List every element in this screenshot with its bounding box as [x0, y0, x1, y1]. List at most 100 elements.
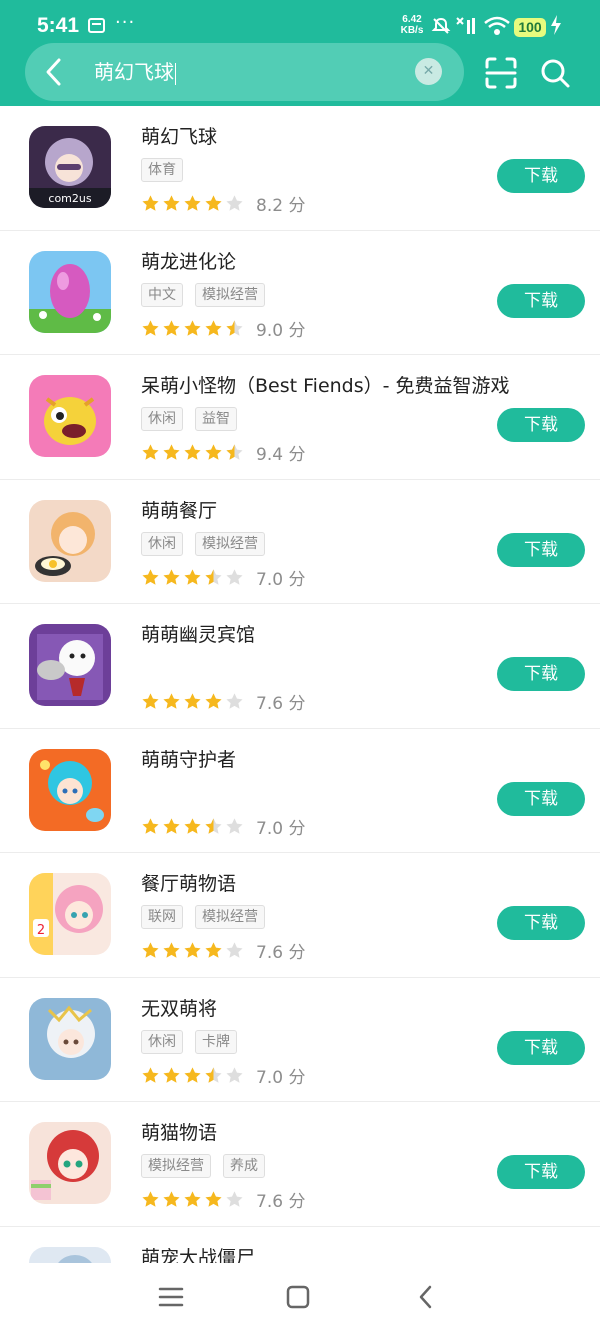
app-score: 7.6 分 [256, 1192, 306, 1212]
star-full-icon [184, 319, 201, 336]
app-name[interactable]: 萌龙进化论 [141, 247, 236, 274]
app-tags: 模拟经营 养成 [141, 1154, 265, 1178]
battery-level: 100 [514, 18, 546, 37]
app-rating: 9.0 分 [141, 316, 305, 341]
app-tag: 模拟经营 [195, 905, 265, 929]
more-notifications-icon: ··· [115, 12, 136, 33]
star-full-icon [142, 444, 159, 460]
app-score: 7.6 分 [256, 694, 306, 714]
download-button[interactable]: 下载 [497, 906, 585, 940]
network-speed-unit: KB/s [400, 25, 424, 36]
star-full-icon [163, 568, 180, 585]
red-hair-girl-app-icon[interactable] [29, 1122, 111, 1204]
yellow-monster-app-icon[interactable] [29, 375, 111, 457]
rating-stars [141, 941, 244, 960]
svg-text:2: 2 [37, 923, 45, 938]
app-tag: 模拟经营 [195, 531, 265, 556]
app-name[interactable]: 萌幻飞球 [141, 122, 217, 149]
no-sim-icon [456, 17, 475, 34]
back-arrow-icon[interactable] [37, 54, 73, 90]
star-full-icon [163, 319, 180, 336]
app-tag: 中文 [141, 282, 183, 307]
app-result-row[interactable]: 萌萌餐厅 休闲 模拟经营 7.0 分 下载 [0, 480, 600, 604]
clear-search-icon[interactable]: ✕ [415, 58, 442, 85]
star-full-icon [184, 195, 201, 211]
download-button[interactable]: 下载 [497, 283, 585, 318]
rating-stars [141, 817, 244, 836]
app-result-row[interactable]: 呆萌小怪物（Best Fiends）- 免费益智游戏 休闲 益智 9.4 分 下载 [0, 355, 600, 480]
app-tags: 休闲 模拟经营 [141, 531, 265, 556]
star-full-icon [142, 319, 159, 336]
message-icon [88, 18, 105, 33]
app-score: 8.2 分 [256, 196, 306, 216]
back-icon[interactable] [412, 1283, 440, 1311]
download-button[interactable]: 下载 [497, 408, 585, 442]
app-tag: 休闲 [141, 407, 183, 431]
star-full-icon [205, 444, 222, 460]
app-result-row[interactable]: 萌萌守护者 7.0 分 下载 [0, 729, 600, 853]
star-half-icon [205, 1066, 222, 1083]
rating-stars [141, 443, 244, 462]
blue-hair-hero-app-icon[interactable] [29, 748, 111, 831]
app-name[interactable]: 无双萌将 [141, 994, 217, 1021]
app-name[interactable]: 萌猫物语 [141, 1118, 217, 1145]
app-tag: 卡牌 [195, 1029, 237, 1054]
app-score: 9.4 分 [256, 445, 306, 465]
download-button[interactable]: 下载 [497, 532, 585, 567]
menu-icon[interactable] [157, 1283, 185, 1311]
app-result-row[interactable]: 萌龙进化论 中文 模拟经营 9.0 分 下载 [0, 231, 600, 355]
star-full-icon [163, 1066, 180, 1083]
app-rating: 7.0 分 [141, 814, 305, 839]
star-half-icon [205, 568, 222, 585]
app-rating: 7.6 分 [141, 1187, 305, 1212]
wifi-icon [484, 16, 510, 35]
app-result-row[interactable]: 2 餐厅萌物语联网 模拟经营 7.6 分 下载 [0, 853, 600, 978]
pink-egg-app-icon[interactable] [29, 250, 111, 333]
app-rating: 7.6 分 [141, 689, 305, 714]
download-button[interactable]: 下载 [497, 657, 585, 691]
download-button[interactable]: 下载 [497, 1155, 585, 1189]
app-rating: 8.2 分 [141, 191, 305, 216]
rating-stars [141, 319, 244, 338]
app-tags: 联网 模拟经营 [141, 905, 265, 929]
star-full-icon [184, 693, 201, 709]
scan-icon[interactable] [484, 56, 518, 90]
pink-hair-girl-app-icon[interactable]: 2 [29, 873, 111, 955]
app-result-row[interactable]: 萌猫物语模拟经营 养成 7.6 分 下载 [0, 1102, 600, 1227]
purple-hair-character-app-icon[interactable]: com2us [29, 126, 111, 208]
app-score: 7.6 分 [256, 943, 306, 963]
app-result-row[interactable]: 萌萌幽灵宾馆 7.6 分 下载 [0, 604, 600, 729]
star-full-icon [205, 319, 222, 336]
app-score: 7.0 分 [256, 1067, 306, 1088]
app-result-row[interactable]: 无双萌将 休闲 卡牌 7.0 分 下载 [0, 978, 600, 1102]
app-name[interactable]: 餐厅萌物语 [141, 869, 236, 896]
app-name[interactable]: 呆萌小怪物（Best Fiends）- 免费益智游戏 [141, 371, 510, 398]
rating-stars [141, 1190, 244, 1209]
app-name[interactable]: 萌萌守护者 [141, 745, 236, 772]
app-score: 9.0 分 [256, 320, 306, 341]
home-icon[interactable] [284, 1283, 312, 1311]
app-result-row[interactable]: com2us 萌幻飞球体育 8.2 分 下载 [0, 106, 600, 231]
network-speed-value: 6.42 [402, 14, 422, 25]
app-name[interactable]: 萌萌幽灵宾馆 [141, 620, 255, 647]
search-icon[interactable] [538, 56, 572, 90]
app-tags: 体育 [141, 158, 183, 182]
app-score: 7.0 分 [256, 818, 306, 839]
download-button[interactable]: 下载 [497, 781, 585, 816]
download-button[interactable]: 下载 [497, 159, 585, 193]
search-input[interactable]: 萌幻飞球 [94, 59, 176, 85]
star-full-icon [184, 817, 201, 834]
app-name[interactable]: 萌萌餐厅 [141, 496, 217, 523]
white-hair-warrior-app-icon[interactable] [29, 997, 111, 1080]
rating-stars [141, 692, 244, 711]
search-bar[interactable]: 萌幻飞球 ✕ [25, 43, 464, 101]
ghost-waiter-app-icon[interactable] [29, 624, 111, 706]
star-full-icon [142, 942, 159, 958]
download-button[interactable]: 下载 [497, 1030, 585, 1065]
network-speed: 6.42 KB/s [396, 14, 428, 36]
star-full-icon [184, 1066, 201, 1083]
app-tag: 模拟经营 [141, 1154, 211, 1178]
chef-girl-app-icon[interactable] [29, 499, 111, 582]
star-full-icon [163, 195, 180, 211]
search-results-list: com2us 萌幻飞球 体育 8.2 分下载 萌龙进化论 中文 模拟经营 9.0 分下载 呆萌小… [0, 106, 600, 1333]
